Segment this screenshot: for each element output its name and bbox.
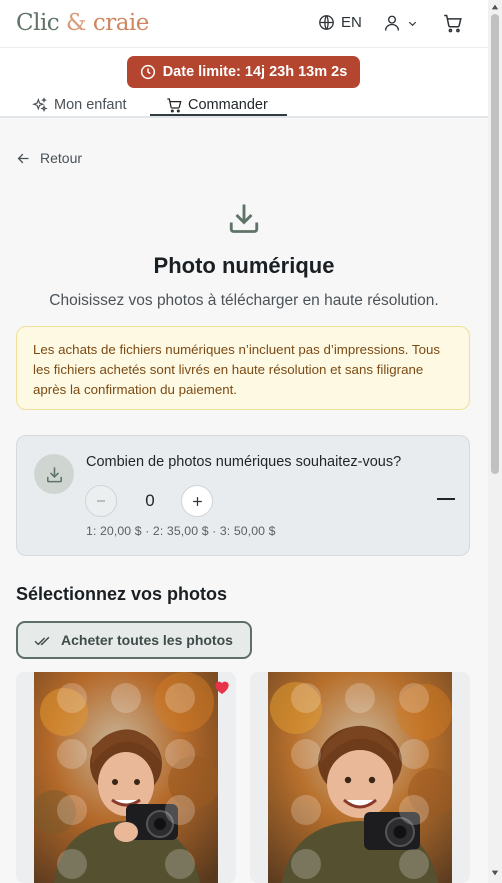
arrow-left-icon — [17, 153, 29, 163]
quantity-icon-badge — [34, 454, 74, 494]
language-label: EN — [341, 14, 362, 31]
increase-button[interactable] — [181, 485, 213, 517]
sparkles-icon — [32, 97, 48, 113]
photo-thumbnail[interactable] — [34, 672, 218, 883]
price-tiers: 1: 20,00 $ · 2: 35,00 $ · 3: 50,00 $ — [86, 524, 276, 538]
plus-icon — [192, 496, 202, 506]
tab-mon-enfant[interactable]: Mon enfant — [32, 97, 127, 113]
cart-button[interactable] — [442, 13, 463, 38]
globe-icon — [319, 15, 334, 30]
photo-thumbnail[interactable] — [268, 672, 452, 883]
brand-logo[interactable]: Clic & craie — [16, 10, 149, 36]
back-label: Retour — [40, 150, 83, 166]
quantity-question: Combien de photos numériques souhaitez-v… — [86, 454, 402, 470]
user-icon — [384, 15, 400, 31]
tab-label-mon-enfant: Mon enfant — [54, 97, 127, 113]
scrollbar-thumb[interactable] — [491, 14, 499, 474]
user-menu-button[interactable] — [383, 13, 418, 33]
deadline-bar: Date limite: 14j 23h 13m 2s — [0, 48, 488, 96]
logo-part1: Clic — [16, 10, 60, 36]
chevron-down-icon — [408, 21, 417, 26]
digital-purchase-notice: Les achats de fichiers numériques n’incl… — [16, 326, 470, 410]
buy-all-label: Acheter toutes les photos — [61, 632, 233, 648]
logo-part2: craie — [92, 10, 150, 36]
cart-icon — [444, 14, 462, 33]
download-icon — [229, 204, 259, 233]
navigation-tabs: Mon enfant Commander — [0, 96, 488, 118]
double-check-icon — [34, 636, 50, 645]
child-photo-image — [34, 672, 218, 883]
photo-card[interactable] — [16, 672, 236, 883]
page-scrollbar[interactable] — [488, 0, 502, 883]
deadline-badge: Date limite: 14j 23h 13m 2s — [127, 56, 360, 88]
tab-label-commander: Commander — [188, 97, 268, 113]
active-tab-indicator — [150, 114, 287, 116]
quantity-value: 0 — [145, 491, 155, 510]
clock-icon — [140, 64, 155, 80]
child-photo-image — [268, 672, 452, 883]
tab-commander[interactable]: Commander — [166, 97, 268, 113]
photos-section-title: Sélectionnez vos photos — [16, 584, 228, 604]
minus-icon — [97, 500, 105, 502]
quantity-card: Combien de photos numériques souhaitez-v… — [16, 435, 470, 556]
scroll-up-arrow-icon[interactable] — [491, 3, 499, 11]
favorite-heart-icon[interactable] — [214, 680, 230, 694]
photo-card[interactable] — [250, 672, 470, 883]
cart-icon — [167, 98, 182, 113]
download-icon — [46, 466, 62, 482]
deadline-label: Date limite: 14j 23h 13m 2s — [162, 64, 348, 80]
scroll-down-arrow-icon[interactable] — [491, 869, 499, 877]
page-title: Photo numérique — [153, 253, 335, 278]
back-link[interactable]: Retour — [16, 150, 82, 166]
page-subtitle: Choisissez vos photos à télécharger en h… — [49, 292, 439, 309]
top-header: Clic & craie EN — [0, 0, 488, 48]
logo-ampersand: & — [66, 10, 86, 36]
language-selector[interactable]: EN — [318, 14, 362, 31]
decrease-button[interactable] — [85, 485, 117, 517]
collapse-icon[interactable] — [437, 498, 455, 500]
buy-all-photos-button[interactable]: Acheter toutes les photos — [16, 621, 252, 659]
